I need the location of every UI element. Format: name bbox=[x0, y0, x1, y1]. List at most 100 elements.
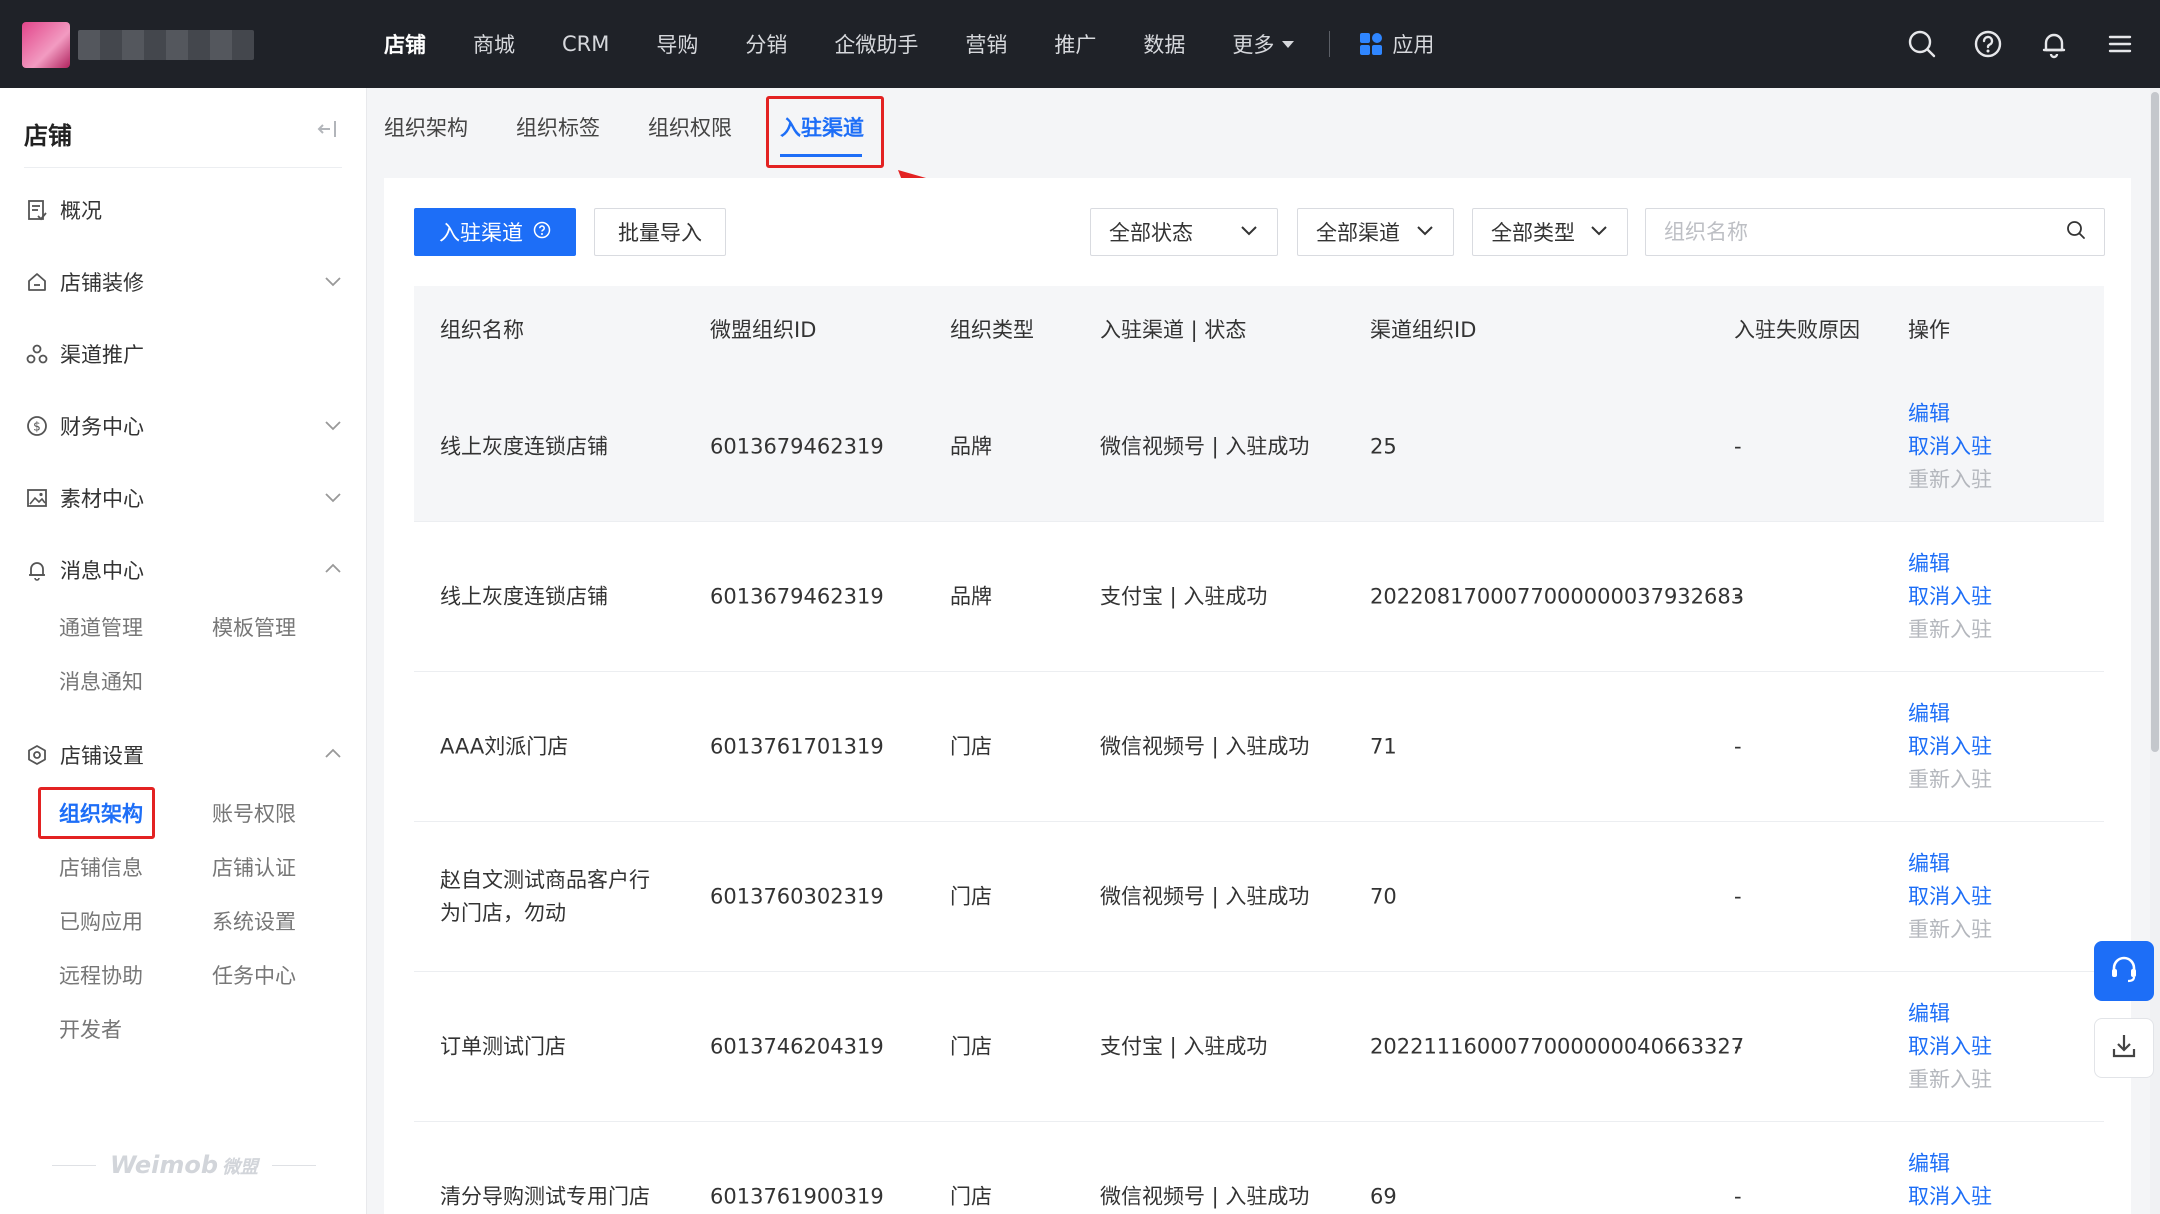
cancel-entry-link[interactable]: 取消入驻 bbox=[1908, 430, 1992, 463]
row-actions: 编辑 取消入驻 重新入驻 bbox=[1908, 847, 1992, 946]
channel-select-value: 全部渠道 bbox=[1316, 221, 1400, 245]
page-scrollbar-thumb[interactable] bbox=[2151, 92, 2159, 752]
col-fail-reason: 入驻失败原因 bbox=[1734, 318, 1860, 342]
nav-item-wecom[interactable]: 企微助手 bbox=[834, 29, 918, 59]
nav-more-dropdown[interactable]: 更多 bbox=[1232, 29, 1295, 59]
image-icon bbox=[24, 485, 50, 511]
store-home-icon bbox=[24, 269, 50, 295]
nav-item-promotion[interactable]: 推广 bbox=[1054, 29, 1096, 59]
cell-channel-status: 微信视频号 | 入驻成功 bbox=[1100, 1184, 1310, 1208]
row-actions: 编辑 取消入驻 重新入驻 bbox=[1908, 547, 1992, 646]
sidebar-item-materials[interactable]: 素材中心 bbox=[24, 478, 344, 518]
type-select[interactable]: 全部类型 bbox=[1472, 208, 1628, 256]
cell-org-name: 线上灰度连锁店铺 bbox=[440, 434, 608, 458]
sidebar-item-finance[interactable]: $ 财务中心 bbox=[24, 406, 344, 446]
col-weimob-id: 微盟组织ID bbox=[710, 318, 817, 342]
sidebar-item-decoration[interactable]: 店铺装修 bbox=[24, 262, 344, 302]
help-circle-icon[interactable] bbox=[533, 220, 551, 244]
sidebar-item-channel-promotion[interactable]: 渠道推广 bbox=[24, 334, 344, 374]
sidebar-sub-remote-assist[interactable]: 远程协助 bbox=[59, 960, 143, 990]
org-name-search-input[interactable] bbox=[1664, 220, 2066, 244]
cell-fail-reason: - bbox=[1734, 884, 1742, 908]
weimob-watermark: Weimob 微盟 bbox=[52, 1150, 316, 1180]
sidebar-sub-store-info[interactable]: 店铺信息 bbox=[59, 852, 143, 882]
row-actions: 编辑 取消入驻 重新入驻 bbox=[1908, 997, 1992, 1096]
customer-service-button[interactable] bbox=[2094, 941, 2154, 1001]
nav-divider bbox=[1329, 31, 1331, 57]
chevron-down-icon bbox=[322, 414, 344, 441]
chevron-up-icon bbox=[322, 558, 344, 585]
edit-link[interactable]: 编辑 bbox=[1908, 397, 1992, 430]
sidebar-item-label: 店铺设置 bbox=[60, 744, 144, 768]
cancel-entry-link[interactable]: 取消入驻 bbox=[1908, 730, 1992, 763]
sidebar-sub-purchased-apps[interactable]: 已购应用 bbox=[59, 906, 143, 936]
store-logo[interactable] bbox=[22, 22, 70, 68]
sidebar-item-label: 概况 bbox=[60, 199, 102, 223]
table-row: 线上灰度连锁店铺 6013679462319 品牌 微信视频号 | 入驻成功 2… bbox=[414, 372, 2104, 522]
help-icon[interactable] bbox=[1970, 26, 2006, 62]
nav-apps[interactable]: 应用 bbox=[1360, 29, 1434, 59]
sidebar-sub-account-permission[interactable]: 账号权限 bbox=[212, 798, 296, 828]
org-channel-table: 组织名称 微盟组织ID 组织类型 入驻渠道 | 状态 渠道组织ID 入驻失败原因… bbox=[414, 286, 2104, 1214]
sidebar-item-overview[interactable]: 概况 bbox=[24, 190, 344, 230]
edit-link[interactable]: 编辑 bbox=[1908, 997, 1992, 1030]
cell-weimob-id: 6013760302319 bbox=[710, 884, 884, 908]
document-icon bbox=[24, 197, 50, 223]
entry-channel-button[interactable]: 入驻渠道 bbox=[414, 208, 576, 256]
edit-link[interactable]: 编辑 bbox=[1908, 847, 1992, 880]
download-button[interactable] bbox=[2094, 1018, 2154, 1078]
sidebar-title: 店铺 bbox=[24, 122, 72, 150]
sidebar-item-messages[interactable]: 消息中心 bbox=[24, 550, 344, 590]
rejoin-link: 重新入驻 bbox=[1908, 767, 1992, 791]
sidebar-sub-developer[interactable]: 开发者 bbox=[59, 1014, 122, 1044]
edit-link[interactable]: 编辑 bbox=[1908, 1147, 1992, 1180]
cancel-entry-link[interactable]: 取消入驻 bbox=[1908, 1180, 1992, 1213]
nav-item-marketing[interactable]: 营销 bbox=[965, 29, 1007, 59]
search-icon[interactable] bbox=[2066, 220, 2086, 245]
tab-org-tags[interactable]: 组织标签 bbox=[516, 112, 600, 142]
cell-org-type: 门店 bbox=[950, 884, 992, 908]
cell-channel-status: 微信视频号 | 入驻成功 bbox=[1100, 434, 1310, 458]
nav-apps-label: 应用 bbox=[1392, 33, 1435, 57]
nav-item-store[interactable]: 店铺 bbox=[384, 29, 426, 59]
chevron-down-icon bbox=[1239, 220, 1259, 245]
nav-item-distribution[interactable]: 分销 bbox=[745, 29, 787, 59]
cell-org-type: 门店 bbox=[950, 1034, 992, 1058]
tab-org-permission[interactable]: 组织权限 bbox=[648, 112, 732, 142]
edit-link[interactable]: 编辑 bbox=[1908, 547, 1992, 580]
tab-org-structure[interactable]: 组织架构 bbox=[384, 112, 468, 142]
menu-icon[interactable] bbox=[2102, 26, 2138, 62]
search-icon[interactable] bbox=[1904, 26, 1940, 62]
nav-item-data[interactable]: 数据 bbox=[1143, 29, 1185, 59]
highlight-box bbox=[766, 96, 884, 168]
headset-icon bbox=[2107, 952, 2141, 991]
batch-import-button[interactable]: 批量导入 bbox=[594, 208, 726, 256]
table-row: AAA刘派门店 6013761701319 门店 微信视频号 | 入驻成功 71… bbox=[414, 672, 2104, 822]
sidebar-sub-store-certify[interactable]: 店铺认证 bbox=[212, 852, 296, 882]
nav-item-crm[interactable]: CRM bbox=[562, 32, 609, 56]
status-select[interactable]: 全部状态 bbox=[1090, 208, 1278, 256]
sidebar-item-store-settings[interactable]: 店铺设置 bbox=[24, 735, 344, 775]
nav-item-mall[interactable]: 商城 bbox=[473, 29, 515, 59]
cell-channel-org-id: 71 bbox=[1370, 734, 1397, 758]
cancel-entry-link[interactable]: 取消入驻 bbox=[1908, 1030, 1992, 1063]
edit-link[interactable]: 编辑 bbox=[1908, 697, 1992, 730]
cell-channel-status: 微信视频号 | 入驻成功 bbox=[1100, 734, 1310, 758]
cancel-entry-link[interactable]: 取消入驻 bbox=[1908, 880, 1992, 913]
collapse-sidebar-icon[interactable] bbox=[316, 118, 338, 146]
cell-fail-reason: - bbox=[1734, 734, 1742, 758]
sidebar-sub-task-center[interactable]: 任务中心 bbox=[212, 960, 296, 990]
sidebar-sub-system-settings[interactable]: 系统设置 bbox=[212, 906, 296, 936]
bell-icon[interactable] bbox=[2036, 26, 2072, 62]
rejoin-link: 重新入驻 bbox=[1908, 1067, 1992, 1091]
sidebar-sub-message-notify[interactable]: 消息通知 bbox=[59, 666, 143, 696]
top-nav: 店铺 商城 CRM 导购 分销 企微助手 营销 推广 数据 更多 应用 bbox=[384, 0, 1434, 88]
channel-select[interactable]: 全部渠道 bbox=[1297, 208, 1454, 256]
cell-channel-org-id: 2022081700077000000037932683 bbox=[1370, 584, 1745, 608]
nav-more-label: 更多 bbox=[1232, 33, 1275, 57]
sidebar-sub-template-manage[interactable]: 模板管理 bbox=[212, 612, 296, 642]
cell-channel-status: 微信视频号 | 入驻成功 bbox=[1100, 884, 1310, 908]
cancel-entry-link[interactable]: 取消入驻 bbox=[1908, 580, 1992, 613]
nav-item-guide[interactable]: 导购 bbox=[656, 29, 698, 59]
sidebar-sub-channel-manage[interactable]: 通道管理 bbox=[59, 612, 143, 642]
